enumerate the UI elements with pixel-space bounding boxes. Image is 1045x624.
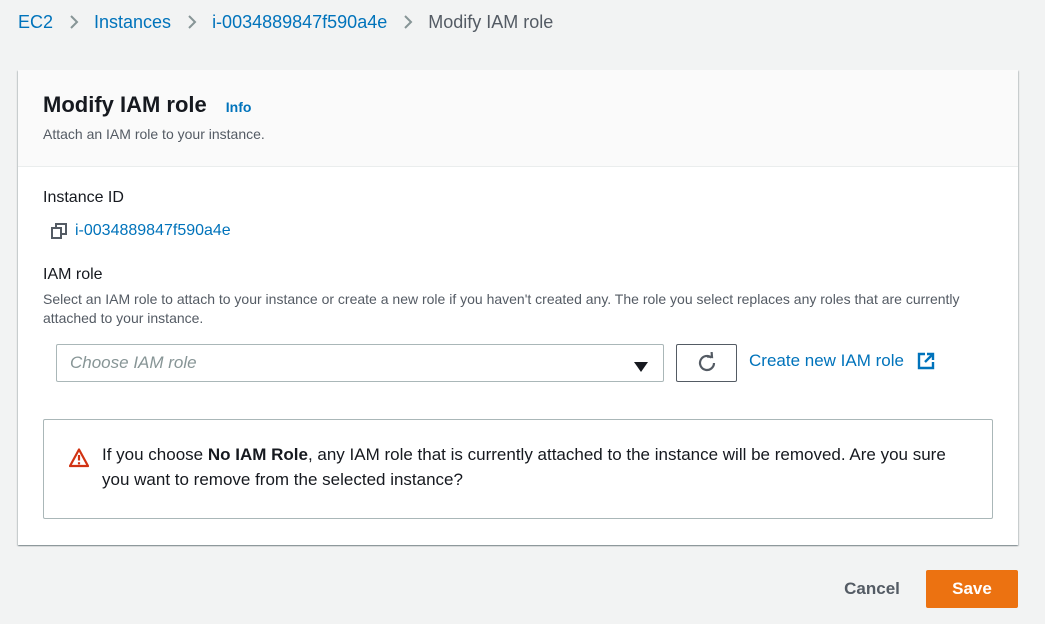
refresh-button[interactable]: [676, 344, 737, 382]
refresh-icon: [696, 352, 718, 374]
warning-icon: [68, 448, 90, 468]
iam-role-select[interactable]: Choose IAM role: [56, 344, 664, 382]
warning-emphasis: No IAM Role: [207, 445, 308, 464]
instance-id-label: Instance ID: [43, 189, 124, 206]
create-iam-role-link[interactable]: Create new IAM role: [749, 351, 935, 371]
panel-header: Modify IAM role Info Attach an IAM role …: [18, 70, 1018, 167]
save-button[interactable]: Save: [926, 570, 1018, 608]
chevron-right-icon: [187, 14, 197, 30]
iam-role-placeholder: Choose IAM role: [70, 353, 197, 372]
warning-alert: If you choose No IAM Role, any IAM role …: [43, 419, 993, 519]
external-link-icon: [917, 352, 935, 370]
panel-description: Attach an IAM role to your instance.: [43, 126, 265, 142]
breadcrumb-instances[interactable]: Instances: [94, 12, 171, 33]
warning-prefix: If you choose: [102, 445, 208, 464]
modify-iam-role-panel: Modify IAM role Info Attach an IAM role …: [18, 70, 1018, 545]
warning-message: If you choose No IAM Role, any IAM role …: [102, 442, 972, 492]
caret-down-icon: [634, 359, 648, 372]
breadcrumb-ec2[interactable]: EC2: [18, 12, 53, 33]
breadcrumb-current: Modify IAM role: [428, 11, 554, 32]
info-link[interactable]: Info: [226, 99, 252, 115]
create-iam-role-label: Create new IAM role: [749, 351, 904, 370]
copy-icon[interactable]: [50, 222, 68, 240]
breadcrumb: EC2 Instances i-0034889847f590a4e Modify…: [18, 10, 553, 34]
iam-role-description: Select an IAM role to attach to your ins…: [43, 291, 960, 326]
cancel-button[interactable]: Cancel: [830, 570, 914, 608]
chevron-right-icon: [403, 14, 413, 30]
iam-role-label: IAM role: [43, 266, 103, 283]
breadcrumb-instance-id[interactable]: i-0034889847f590a4e: [212, 12, 387, 33]
page-title: Modify IAM role: [43, 92, 207, 117]
instance-id-value[interactable]: i-0034889847f590a4e: [75, 222, 231, 240]
instance-id-row: i-0034889847f590a4e: [50, 222, 231, 240]
chevron-right-icon: [69, 14, 79, 30]
